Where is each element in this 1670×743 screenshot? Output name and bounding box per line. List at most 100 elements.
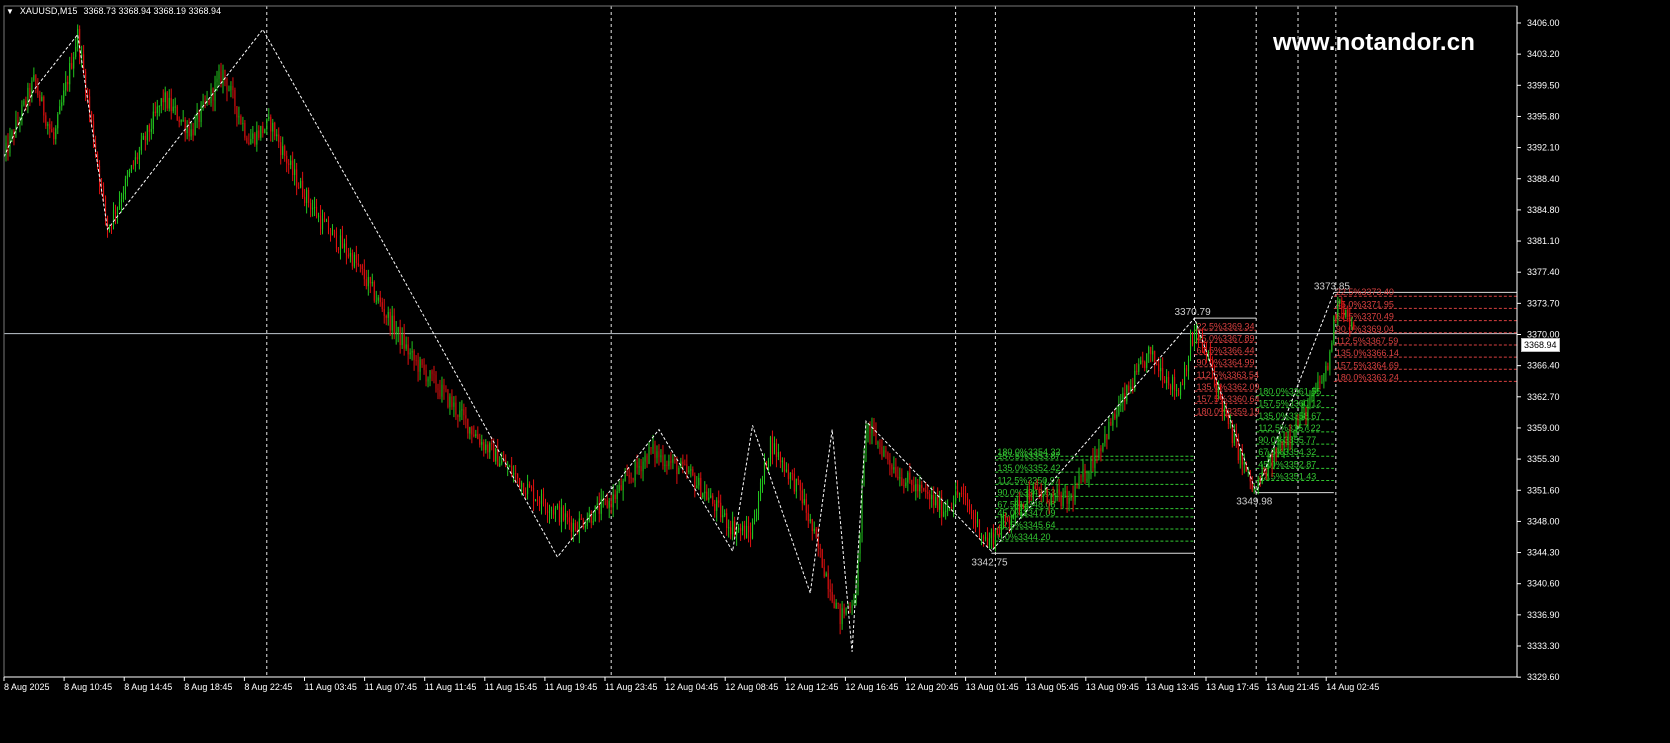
ohlc-values: 3368.73 3368.94 3368.19 3368.94	[83, 6, 222, 16]
candle-body	[801, 490, 803, 504]
candle-body	[53, 132, 55, 140]
candle-body	[73, 56, 75, 69]
candle-body	[1289, 433, 1291, 440]
candle-body	[1144, 361, 1146, 368]
candle-body	[1319, 381, 1321, 383]
candle-body	[604, 498, 606, 500]
candle-body	[67, 81, 69, 85]
candle-body	[883, 450, 885, 457]
candle-body	[909, 472, 911, 480]
candle-body	[377, 297, 379, 301]
x-tick-label: 11 Aug 11:45	[425, 682, 477, 692]
candle-body	[692, 469, 694, 476]
candle-body	[441, 384, 443, 397]
candle-body	[327, 220, 330, 234]
candle-body	[1343, 309, 1345, 318]
candle-body	[146, 125, 148, 141]
candle-body	[312, 207, 314, 210]
candle-body	[228, 90, 230, 92]
candle-body	[736, 529, 738, 536]
y-tick-label: 3366.40	[1527, 361, 1560, 371]
candle-body	[329, 233, 332, 236]
x-tick-label: 11 Aug 23:45	[605, 682, 657, 692]
candle-body	[644, 455, 646, 462]
candle-body	[1263, 471, 1265, 473]
swing-price-label: 3349.98	[1236, 497, 1273, 508]
candle-body	[558, 505, 560, 523]
candle-body	[1237, 439, 1239, 461]
candle-body	[1327, 365, 1329, 370]
x-tick-label: 8 Aug 10:45	[64, 682, 112, 692]
candle-body	[1215, 378, 1217, 394]
candle-body	[789, 472, 791, 479]
candle-body	[1183, 368, 1186, 385]
candle-body	[843, 608, 845, 614]
candle-body	[160, 98, 162, 107]
candle-body	[29, 87, 31, 97]
candle-body	[290, 160, 292, 165]
candle-body	[401, 334, 403, 346]
candle-body	[477, 434, 479, 440]
fib-red-2-label: 90.0%3369.04	[1336, 324, 1394, 334]
candle-body	[1150, 346, 1152, 355]
price-chart[interactable]: 180.0%3354.32157.5%3353.87135.0%3352.421…	[0, 0, 1670, 743]
candle-body	[445, 389, 447, 391]
candle-body	[990, 532, 992, 539]
candle-body	[110, 225, 113, 227]
candle-body	[887, 452, 889, 460]
candle-body	[347, 254, 349, 257]
y-tick-label: 3406.00	[1527, 18, 1560, 28]
candle-body	[1265, 471, 1267, 479]
swing-price-label: 3373.85	[1314, 281, 1351, 292]
candle-body	[1253, 488, 1255, 490]
fib-red-1-label: 135.0%3362.09	[1196, 382, 1259, 392]
candle-body	[1018, 500, 1020, 511]
candle-body	[1271, 454, 1273, 467]
candle-body	[534, 499, 537, 502]
y-tick-label: 3381.10	[1527, 236, 1560, 246]
candle-body	[937, 497, 939, 510]
x-tick-label: 8 Aug 2025	[4, 682, 50, 692]
candle-body	[1078, 476, 1080, 489]
candle-body	[628, 474, 630, 478]
candle-body	[501, 460, 503, 464]
fib-red-2-label: 157.5%3364.69	[1336, 360, 1399, 370]
candle-body	[359, 265, 361, 267]
candle-body	[1044, 488, 1046, 494]
candle-body	[1168, 376, 1170, 386]
y-tick-label: 3351.60	[1527, 485, 1560, 495]
candle-body	[1092, 457, 1094, 468]
candle-body	[945, 510, 947, 512]
candle-body	[811, 519, 813, 532]
candle-body	[489, 443, 491, 453]
candle-body	[616, 491, 618, 500]
candle-body	[345, 243, 347, 255]
chart-header: ▼ XAUUSD,M15 3368.73 3368.94 3368.19 336…	[6, 6, 221, 16]
candle-body	[833, 601, 835, 609]
candle-body	[955, 490, 957, 504]
candle-body	[1012, 514, 1014, 520]
candle-body	[564, 513, 566, 521]
candle-body	[1062, 492, 1064, 507]
candle-body	[923, 487, 925, 491]
candle-body	[1094, 456, 1096, 468]
candle-body	[439, 389, 441, 397]
candle-body	[1315, 390, 1317, 392]
dropdown-icon[interactable]: ▼	[6, 7, 14, 16]
candle-body	[965, 493, 967, 498]
candle-body	[732, 521, 734, 535]
candle-body	[333, 229, 336, 232]
candle-body	[314, 206, 316, 208]
x-tick-label: 13 Aug 05:45	[1026, 682, 1079, 692]
candle-body	[572, 523, 574, 532]
candle-body	[1325, 365, 1327, 374]
candle-body	[994, 530, 996, 545]
y-tick-label: 3384.80	[1527, 205, 1560, 215]
candle-body	[915, 484, 917, 492]
candle-body	[612, 494, 614, 508]
candle-body	[961, 493, 963, 495]
fib-green-2-label: 90.0%3355.77	[1258, 435, 1316, 445]
candle-body	[1329, 351, 1331, 370]
candle-body	[1275, 449, 1277, 458]
candle-body	[158, 106, 160, 108]
